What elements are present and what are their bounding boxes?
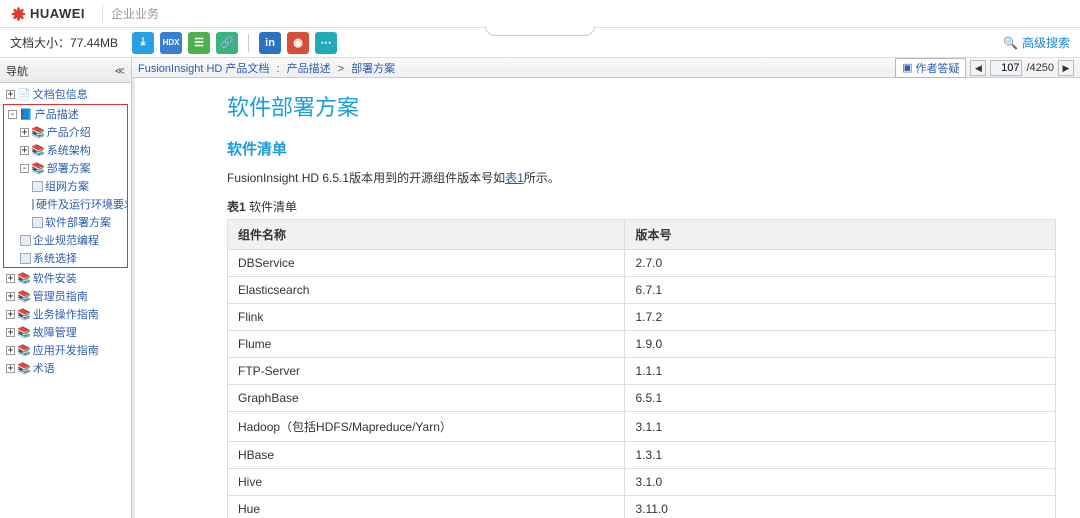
author-qa-button[interactable]: ▣作者答疑	[895, 58, 966, 78]
tree-node-swinstall[interactable]: +📚软件安装	[2, 269, 129, 287]
drawer-pull-tab[interactable]	[485, 26, 595, 36]
brand-name: HUAWEI	[30, 6, 85, 21]
tree-node-sysreq[interactable]: 系统选择	[4, 249, 127, 267]
hdx-icon[interactable]: HDX	[160, 32, 182, 54]
table-col-version: 版本号	[625, 220, 1056, 250]
nav-tree: +📄文档包信息 -📘产品描述 +📚产品介绍 +📚系统架构 -📚部署方案 组网方案…	[0, 83, 131, 379]
table-row: GraphBase6.5.1	[228, 385, 1056, 412]
content-area: 软件部署方案 软件清单 FusionInsight HD 6.5.1版本用到的开…	[132, 78, 1080, 518]
search-icon: 🔍	[1003, 36, 1018, 50]
table-row: Hadoop（包括HDFS/Mapreduce/Yarn）3.1.1	[228, 412, 1056, 442]
table-row: Hue3.11.0	[228, 496, 1056, 518]
collapse-icon[interactable]: ≪	[115, 66, 125, 77]
tree-node-sysarch[interactable]: +📚系统架构	[4, 141, 127, 159]
tree-node-swdeploy[interactable]: 软件部署方案	[4, 213, 127, 231]
table-caption: 表1 软件清单	[227, 198, 1056, 215]
page-number-input[interactable]	[990, 60, 1022, 76]
share-icon[interactable]: ⋯	[315, 32, 337, 54]
tree-node-docinfo[interactable]: +📄文档包信息	[2, 85, 129, 103]
download-icon[interactable]: ⤓	[132, 32, 154, 54]
global-header: HUAWEI 企业业务	[0, 0, 1080, 28]
table-col-name: 组件名称	[228, 220, 625, 250]
huawei-logo: HUAWEI	[10, 5, 90, 23]
print-icon[interactable]: ☰	[188, 32, 210, 54]
table-row: Elasticsearch6.7.1	[228, 277, 1056, 304]
table-row: HBase1.3.1	[228, 442, 1056, 469]
next-page-button[interactable]: ▶	[1058, 60, 1074, 76]
page-title: 软件部署方案	[227, 90, 1056, 122]
table-row: Hive3.1.0	[228, 469, 1056, 496]
file-size-label: 文档大小：77.44MB	[10, 34, 118, 51]
advanced-search-link[interactable]: 🔍 高级搜索	[1003, 34, 1070, 51]
section-heading: 软件清单	[227, 138, 1056, 159]
software-table: 组件名称 版本号 DBService2.7.0Elasticsearch6.7.…	[227, 219, 1056, 518]
weibo-icon[interactable]: ◉	[287, 32, 309, 54]
tree-node-mgrguide[interactable]: +📚管理员指南	[2, 287, 129, 305]
breadcrumb-l2[interactable]: 部署方案	[351, 63, 395, 75]
sidebar-title: 导航	[6, 63, 28, 79]
tree-node-netplan[interactable]: 组网方案	[4, 177, 127, 195]
breadcrumb-l1[interactable]: 产品描述	[287, 63, 331, 75]
table-row: Flume1.9.0	[228, 331, 1056, 358]
table-row: FTP-Server1.1.1	[228, 358, 1056, 385]
tree-node-proddesc[interactable]: -📘产品描述	[4, 105, 127, 123]
tree-node-hwreq[interactable]: 硬件及运行环境要求	[4, 195, 127, 213]
breadcrumb-bar: FusionInsight HD 产品文档 : 产品描述 > 部署方案 ▣作者答…	[132, 58, 1080, 78]
breadcrumb-root[interactable]: FusionInsight HD 产品文档	[138, 63, 269, 75]
tree-node-faultmgr[interactable]: +📚故障管理	[2, 323, 129, 341]
sidebar: 导航 ≪ +📄文档包信息 -📘产品描述 +📚产品介绍 +📚系统架构 -📚部署方案…	[0, 58, 132, 518]
brand-subtitle: 企业业务	[102, 5, 159, 22]
tree-node-devguide[interactable]: +📚应用开发指南	[2, 341, 129, 359]
tree-node-deploy[interactable]: -📚部署方案	[4, 159, 127, 177]
tree-node-terms[interactable]: +📚术语	[2, 359, 129, 377]
breadcrumb: FusionInsight HD 产品文档 : 产品描述 > 部署方案	[138, 60, 395, 76]
tree-node-bizguide[interactable]: +📚业务操作指南	[2, 305, 129, 323]
intro-paragraph: FusionInsight HD 6.5.1版本用到的开源组件版本号如表1所示。	[227, 169, 1056, 186]
table-row: Flink1.7.2	[228, 304, 1056, 331]
tree-node-impl[interactable]: 企业规范编程	[4, 231, 127, 249]
tree-node-prodintro[interactable]: +📚产品介绍	[4, 123, 127, 141]
prev-page-button[interactable]: ◀	[970, 60, 986, 76]
table-row: DBService2.7.0	[228, 250, 1056, 277]
linkedin-icon[interactable]: in	[259, 32, 281, 54]
intro-table-link[interactable]: 表1	[505, 171, 524, 185]
page-total: /4250	[1026, 62, 1054, 74]
link-icon[interactable]: 🔗	[216, 32, 238, 54]
